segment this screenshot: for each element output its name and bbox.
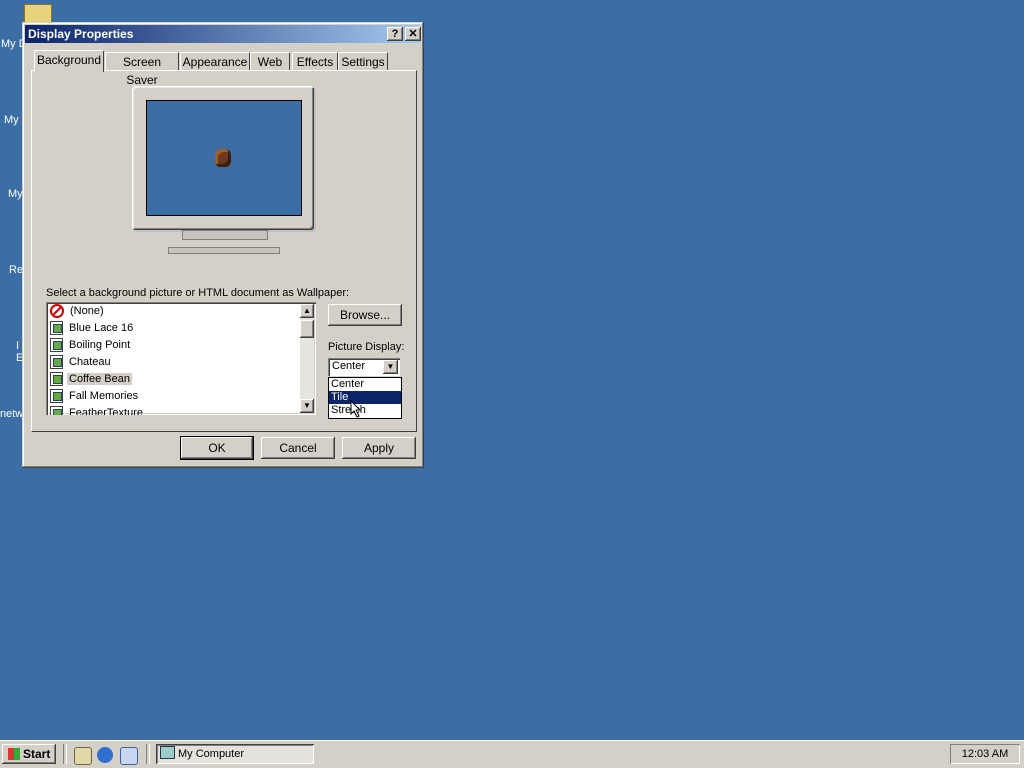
list-item-label: Boiling Point (69, 339, 131, 351)
tab-web[interactable]: Web (250, 52, 290, 71)
taskbar-separator (63, 744, 67, 764)
list-item-label: Blue Lace 16 (69, 322, 134, 334)
show-desktop-icon[interactable] (74, 747, 92, 765)
desktop-icon-label: Re (9, 264, 24, 276)
preview-screen (146, 100, 302, 216)
desktop-icon-label: I (16, 340, 20, 352)
tab-effects[interactable]: Effects (292, 52, 338, 71)
task-label: My Computer (178, 748, 245, 760)
cancel-button[interactable]: Cancel (261, 437, 335, 459)
mouse-cursor-icon (350, 400, 362, 418)
wallpaper-prompt: Select a background picture or HTML docu… (46, 287, 350, 299)
display-properties-window: Display Properties ? ✕ Background Screen… (22, 22, 424, 468)
tab-screen-saver[interactable]: Screen Saver (105, 52, 179, 87)
picture-display-dropdown: Center Tile Stretch (328, 377, 402, 419)
bitmap-icon (50, 406, 63, 415)
tab-settings[interactable]: Settings (338, 52, 388, 71)
bitmap-icon (50, 321, 63, 336)
vertical-scrollbar[interactable]: ▲ ▼ (300, 304, 314, 413)
internet-explorer-icon[interactable] (97, 747, 113, 763)
help-button[interactable]: ? (387, 27, 403, 41)
ok-button[interactable]: OK (180, 436, 254, 460)
chevron-down-icon[interactable]: ▼ (383, 360, 398, 374)
scroll-up-icon[interactable]: ▲ (300, 304, 314, 318)
list-item[interactable]: Chateau (50, 354, 113, 371)
list-item[interactable]: Blue Lace 16 (50, 320, 135, 337)
taskbar: Start My Computer 12:03 AM (0, 740, 1024, 768)
folder-icon (24, 4, 52, 24)
bitmap-icon (50, 338, 63, 353)
list-item[interactable]: FeatherTexture (50, 405, 145, 415)
picture-display-combobox[interactable]: Center ▼ (328, 358, 400, 376)
apply-button[interactable]: Apply (342, 437, 416, 459)
monitor-preview (132, 86, 314, 230)
list-item[interactable]: Boiling Point (50, 337, 132, 354)
coffee-bean-wallpaper-preview (215, 149, 231, 167)
list-item-label: Chateau (69, 356, 111, 368)
list-item-label: FeatherTexture (69, 407, 143, 415)
window-title: Display Properties (28, 27, 134, 41)
picture-display-label: Picture Display: (328, 341, 405, 353)
list-item-label: Fall Memories (69, 390, 139, 402)
computer-icon (160, 746, 175, 759)
scroll-down-icon[interactable]: ▼ (300, 399, 314, 413)
dropdown-option-stretch[interactable]: Stretch (329, 404, 401, 417)
task-my-computer[interactable]: My Computer (156, 744, 314, 764)
desktop-icon-label: My (8, 188, 23, 200)
list-item-selected[interactable]: Coffee Bean (50, 371, 132, 388)
bitmap-icon (50, 355, 63, 370)
desktop-icon-label: netw (0, 408, 24, 420)
list-item-label: Coffee Bean (67, 373, 132, 385)
dropdown-option-center[interactable]: Center (329, 378, 401, 391)
start-label: Start (23, 747, 51, 761)
taskbar-separator (146, 744, 150, 764)
bitmap-icon (50, 372, 63, 387)
start-button[interactable]: Start (2, 744, 56, 764)
title-bar[interactable]: Display Properties ? ✕ (25, 25, 421, 43)
picture-display-value: Center (332, 360, 366, 372)
scroll-thumb[interactable] (300, 320, 314, 338)
monitor-base (168, 247, 280, 254)
list-item-label: (None) (70, 305, 104, 317)
monitor-stand (182, 230, 268, 240)
close-button[interactable]: ✕ (405, 27, 421, 41)
outlook-express-icon[interactable] (120, 747, 138, 765)
dropdown-option-tile[interactable]: Tile (329, 391, 401, 404)
system-tray: 12:03 AM (950, 744, 1020, 764)
tab-appearance[interactable]: Appearance (180, 52, 250, 71)
windows-logo-icon (7, 748, 20, 760)
list-item[interactable]: (None) (50, 303, 106, 320)
wallpaper-listbox[interactable]: (None) Blue Lace 16 Boiling Point Chatea… (46, 302, 316, 415)
list-item[interactable]: Fall Memories (50, 388, 140, 405)
browse-button[interactable]: Browse... (328, 304, 402, 326)
bitmap-icon (50, 389, 63, 404)
tab-background[interactable]: Background (34, 50, 104, 72)
clock[interactable]: 12:03 AM (962, 748, 1008, 760)
none-icon (50, 304, 64, 319)
desktop-icon-label: My (4, 114, 19, 126)
